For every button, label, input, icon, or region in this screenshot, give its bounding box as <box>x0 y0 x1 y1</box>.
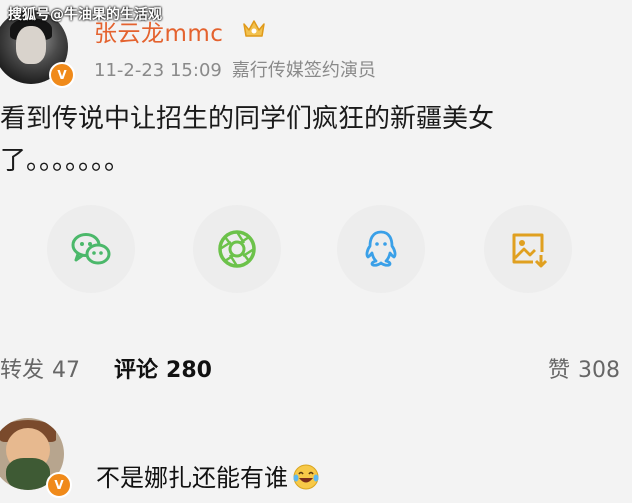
repost-label: 转发 <box>0 358 45 383</box>
post-text-line: 看到传说中让招生的同学们疯狂的新疆美女 <box>0 104 495 134</box>
like-count: 308 <box>578 358 620 383</box>
repost-button[interactable]: 转发 47 <box>0 352 80 384</box>
post-actions: 转发 47 评论 280 赞 308 <box>0 348 632 388</box>
save-image-button[interactable] <box>484 205 572 293</box>
share-row <box>0 205 632 305</box>
like-button[interactable]: 赞 308 <box>548 352 620 384</box>
post-meta: 11-2-23 15:09 嘉行传媒签约演员 <box>94 56 376 82</box>
share-moments-button[interactable] <box>193 205 281 293</box>
post-date: 11-2-23 15:09 <box>94 60 222 81</box>
comment-text: 不是娜扎还能有谁 <box>96 464 288 492</box>
share-wechat-button[interactable] <box>47 205 135 293</box>
comment-count: 280 <box>166 358 212 383</box>
moments-icon <box>218 230 256 268</box>
share-qq-button[interactable] <box>337 205 425 293</box>
qq-icon <box>365 230 397 267</box>
post-source: 嘉行传媒签约演员 <box>231 60 376 81</box>
comment-item[interactable]: 不是娜扎还能有谁 <box>96 458 320 493</box>
save-image-icon <box>512 233 548 268</box>
verified-badge-icon: V <box>49 62 75 88</box>
repost-count: 47 <box>52 358 81 383</box>
wechat-icon <box>71 233 111 265</box>
verified-badge-icon: V <box>46 472 72 498</box>
comment-tab[interactable]: 评论 280 <box>114 352 212 384</box>
laughing-tears-emoji-icon <box>293 464 319 490</box>
crown-icon <box>243 20 265 37</box>
watermark: 搜狐号@牛油果的生活观 <box>8 7 162 23</box>
post-text-line: 了。。。。。。。 <box>0 146 131 176</box>
comment-label: 评论 <box>114 358 159 383</box>
post-body: 看到传说中让招生的同学们疯狂的新疆美女 了。。。。。。。 <box>0 98 590 182</box>
like-label: 赞 <box>547 358 570 383</box>
